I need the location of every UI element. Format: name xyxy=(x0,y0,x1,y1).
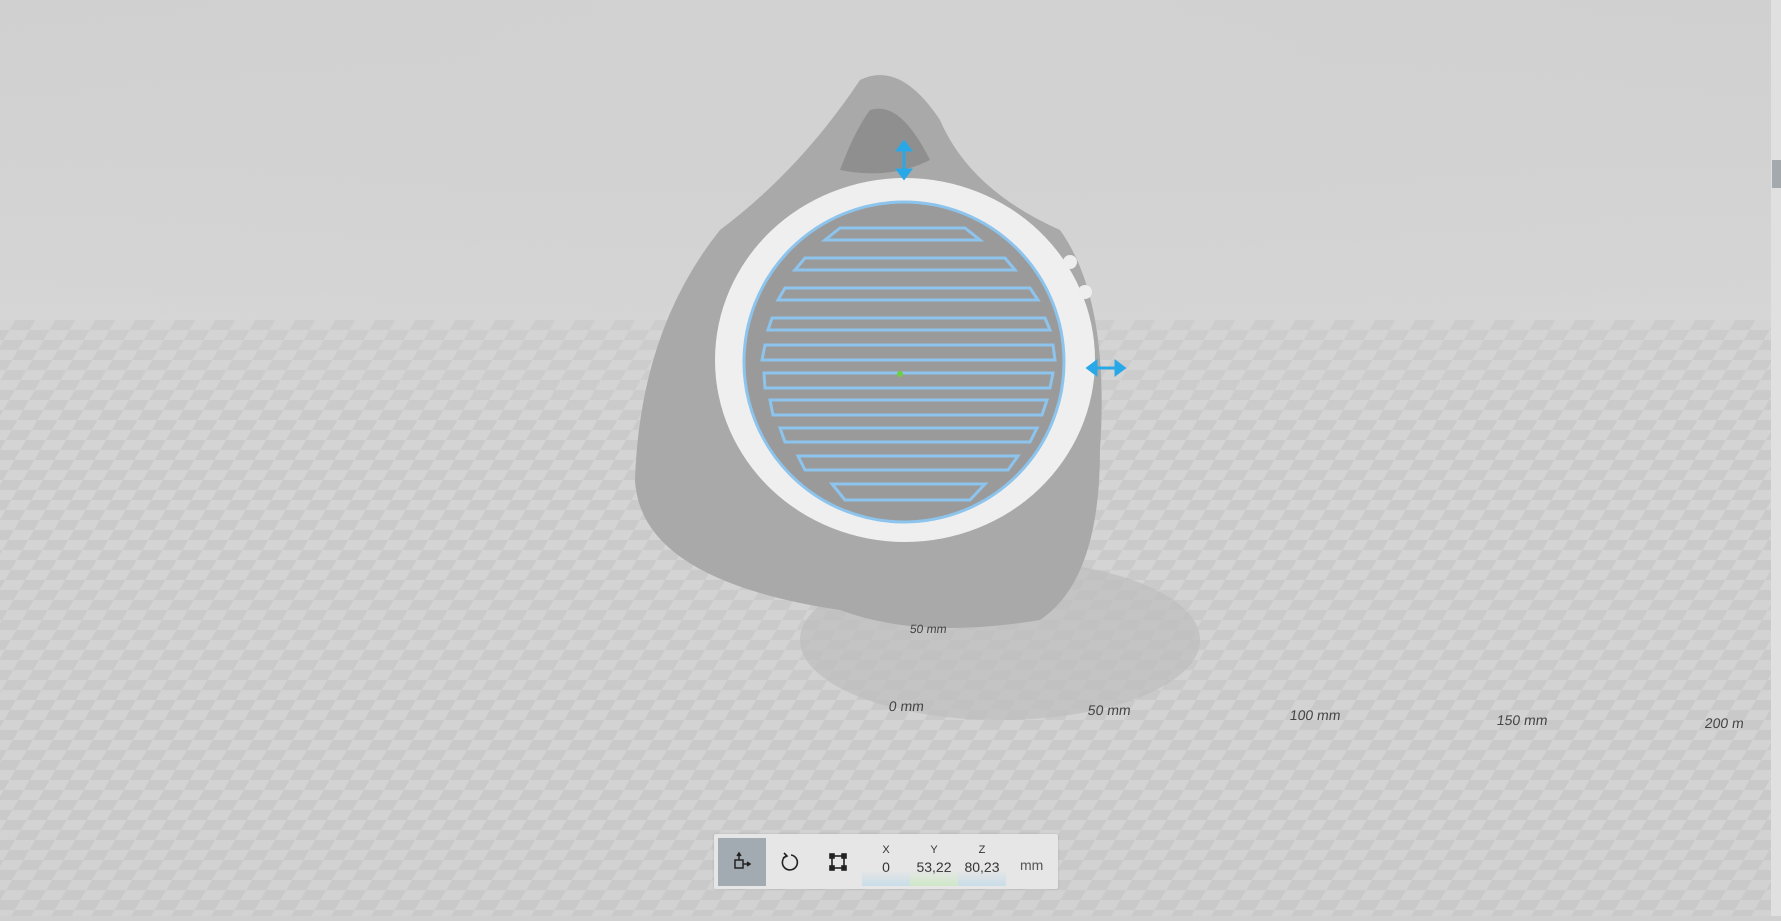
ruler-label: 0 mm xyxy=(887,698,926,714)
scale-icon xyxy=(829,853,847,871)
scrollbar-thumb[interactable] xyxy=(1772,160,1781,188)
z-label: Z xyxy=(978,844,986,856)
ruler-label: 100 mm xyxy=(1288,707,1342,723)
x-label: X xyxy=(882,844,890,856)
transform-toolbar: X 0 Y 53,22 Z 80,23 xyxy=(714,834,1058,889)
y-coordinate-field[interactable]: Y 53,22 xyxy=(910,838,958,886)
scale-tool-button[interactable] xyxy=(814,838,862,886)
y-label: Y xyxy=(930,844,938,856)
scene xyxy=(0,0,1771,916)
rotate-icon xyxy=(781,852,799,871)
z-coordinate-field[interactable]: Z 80,23 xyxy=(958,838,1006,886)
3d-viewport[interactable]: 0 mm 50 mm 100 mm 150 mm 200 m 50 mm xyxy=(0,0,1771,916)
vertical-scrollbar[interactable] xyxy=(1771,0,1781,916)
move-icon xyxy=(734,851,752,869)
unit-label: mm xyxy=(1020,857,1044,873)
ruler-depth-label: 50 mm xyxy=(909,622,948,636)
ruler-label: 200 m xyxy=(1703,715,1746,731)
move-tool-button[interactable] xyxy=(718,838,766,886)
ruler-label: 50 mm xyxy=(1086,702,1132,718)
rotate-tool-button[interactable] xyxy=(766,838,814,886)
x-coordinate-field[interactable]: X 0 xyxy=(862,838,910,886)
ruler-label: 150 mm xyxy=(1495,712,1549,728)
